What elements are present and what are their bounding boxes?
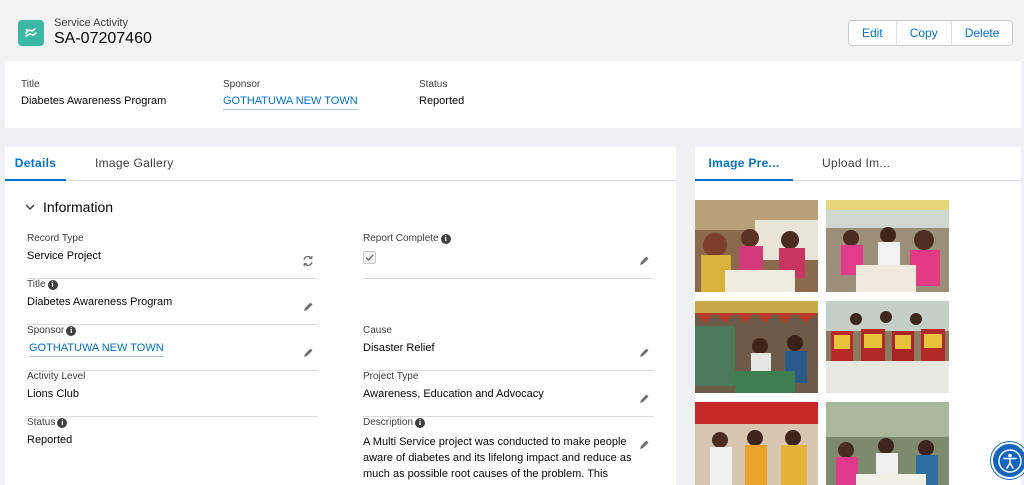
details-tabs: Details Image Gallery (5, 147, 676, 181)
field-value: Reported (27, 434, 73, 446)
record-actions: Edit Copy Delete (848, 20, 1014, 46)
service-activity-icon (18, 20, 44, 46)
report-complete-checkbox[interactable] (363, 251, 376, 264)
gallery-photo[interactable] (695, 200, 818, 292)
info-icon[interactable]: i (440, 233, 451, 244)
gallery-photo[interactable] (826, 200, 949, 292)
highlight-status: Status Reported (419, 79, 464, 107)
field-value: Diabetes Awareness Program (27, 296, 173, 308)
field-label: Cause (363, 325, 392, 336)
image-preview-card: Image Pre... Upload Im... (695, 147, 1021, 485)
highlight-sponsor-label: Sponsor (223, 79, 261, 90)
gallery-photo[interactable] (826, 301, 949, 393)
image-tabs: Image Pre... Upload Im... (695, 147, 1021, 181)
field-label: Activity Level (27, 371, 86, 382)
copy-button[interactable]: Copy (895, 21, 951, 45)
photo-image (826, 200, 949, 292)
field-project-type: Project Type Awareness, Education and Ad… (363, 371, 654, 417)
field-title: Title i Diabetes Awareness Program (27, 279, 318, 325)
field-value: Awareness, Education and Advocacy (363, 388, 544, 400)
accessibility-icon (997, 448, 1022, 473)
tab-upload-images[interactable]: Upload Im... (822, 147, 890, 181)
change-record-type-icon[interactable] (302, 255, 314, 267)
tab-image-gallery[interactable]: Image Gallery (95, 147, 174, 181)
field-cause: Cause Disaster Relief (363, 325, 654, 371)
highlight-status-value: Reported (419, 95, 465, 107)
field-label: Record Type (27, 233, 84, 244)
field-status: Status i Reported (27, 417, 318, 463)
highlight-sponsor-link[interactable]: GOTHATUWA NEW TOWN (223, 95, 358, 110)
field-label: Sponsor (27, 325, 65, 336)
details-card: Details Image Gallery Information Record… (5, 147, 676, 485)
highlight-sponsor: Sponsor GOTHATUWA NEW TOWN (223, 79, 358, 110)
highlights-panel: Title Diabetes Awareness Program Sponsor… (5, 61, 1021, 128)
info-icon[interactable]: i (415, 417, 426, 428)
sponsor-link[interactable]: GOTHATUWA NEW TOWN (29, 342, 164, 357)
info-icon[interactable]: i (66, 325, 77, 336)
highlight-title-label: Title (21, 79, 40, 90)
pencil-icon[interactable] (638, 255, 650, 267)
field-activity-level: Activity Level Lions Club (27, 371, 318, 417)
field-value: Lions Club (27, 388, 79, 400)
field-value: A Multi Service project was conducted to… (363, 436, 632, 480)
info-icon[interactable]: i (47, 279, 58, 290)
field-value: Disaster Relief (363, 342, 435, 354)
field-label: Status (27, 417, 56, 428)
pencil-icon[interactable] (302, 301, 314, 313)
photo-image (826, 402, 949, 485)
tab-image-preview[interactable]: Image Pre... (695, 147, 793, 181)
field-description: Description i A Multi Service project was… (363, 417, 654, 485)
photo-image (695, 402, 818, 485)
gallery-photo[interactable] (695, 402, 818, 485)
field-record-type: Record Type Service Project (27, 233, 318, 279)
photo-image (695, 200, 818, 292)
pencil-icon[interactable] (302, 347, 314, 359)
field-label: Project Type (363, 371, 419, 382)
chevron-down-icon (25, 204, 35, 210)
record-header: Service Activity SA-07207460 Edit Copy D… (0, 0, 1024, 60)
highlight-title-value: Diabetes Awareness Program (21, 95, 167, 107)
delete-button[interactable]: Delete (950, 21, 1013, 45)
photo-image (826, 301, 949, 393)
pencil-icon[interactable] (638, 393, 650, 405)
pencil-icon[interactable] (638, 347, 650, 359)
gallery-photo[interactable] (826, 402, 949, 485)
field-label: Description (363, 417, 414, 428)
field-report-complete: Report Complete i (363, 233, 654, 279)
field-label: Title (27, 279, 46, 290)
highlight-status-label: Status (419, 79, 448, 90)
gallery-photo[interactable] (695, 301, 818, 393)
field-sponsor: Sponsor i GOTHATUWA NEW TOWN (27, 325, 318, 371)
object-type-label: Service Activity (54, 17, 128, 29)
field-value: Service Project (27, 250, 101, 262)
section-information-toggle[interactable]: Information (25, 199, 113, 215)
field-label: Report Complete (363, 233, 439, 244)
accessibility-button[interactable] (991, 442, 1024, 479)
info-icon[interactable]: i (57, 417, 68, 428)
pencil-icon[interactable] (638, 439, 650, 451)
highlight-title: Title Diabetes Awareness Program (21, 79, 166, 107)
section-title: Information (43, 199, 114, 215)
edit-button[interactable]: Edit (849, 21, 896, 45)
tab-details[interactable]: Details (5, 147, 66, 181)
photo-image (695, 301, 818, 393)
checkmark-icon (365, 254, 374, 262)
record-name: SA-07207460 (54, 30, 152, 47)
